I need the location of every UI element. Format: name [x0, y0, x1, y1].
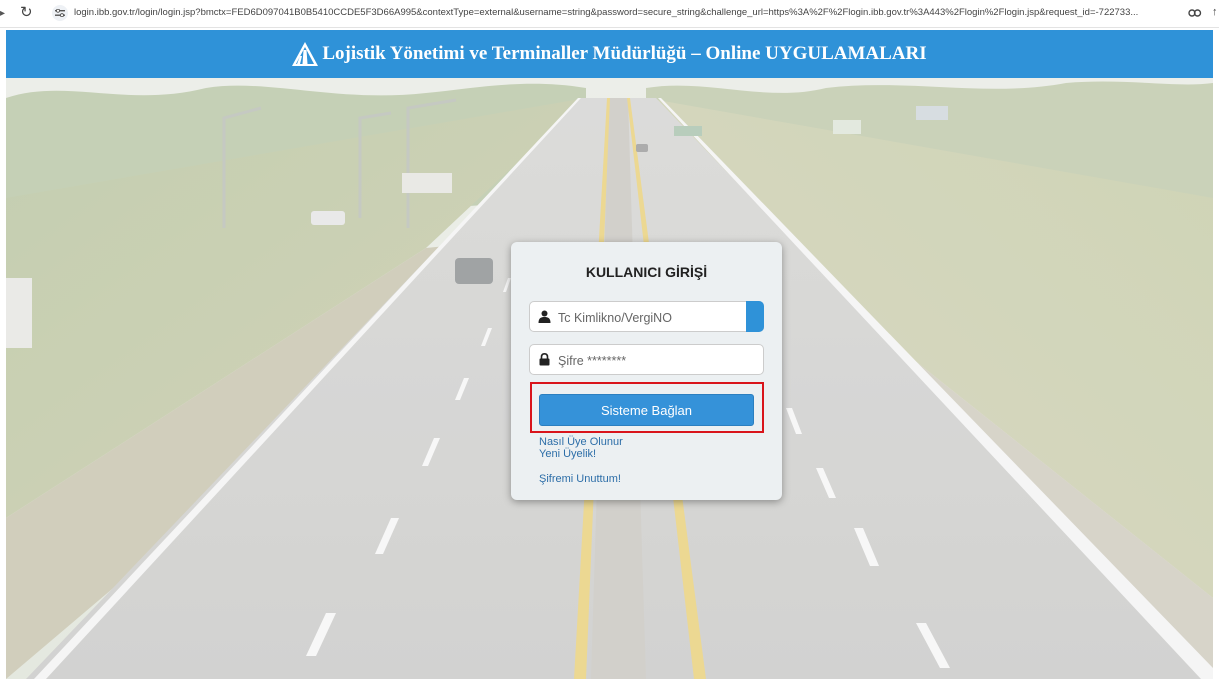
lock-icon: [539, 353, 550, 366]
key-icon[interactable]: [1188, 7, 1202, 19]
reload-icon[interactable]: ↻: [20, 5, 36, 21]
forgot-password-link[interactable]: Şifremi Unuttum!: [539, 473, 623, 486]
connect-button[interactable]: Sisteme Bağlan: [539, 394, 754, 426]
login-card: KULLANICI GİRİŞİ Sisteme Bağlan Nasıl Üy…: [511, 242, 782, 500]
url-text[interactable]: login.ibb.gov.tr/login/login.jsp?bmctx=F…: [74, 6, 1182, 20]
more-icon[interactable]: ↑: [1212, 6, 1218, 18]
password-input[interactable]: [556, 350, 750, 372]
username-field-addon: [746, 301, 764, 332]
new-member-link[interactable]: Yeni Üyelik!: [539, 448, 623, 461]
password-field[interactable]: [529, 344, 764, 375]
username-input[interactable]: [556, 307, 750, 329]
page-title: Lojistik Yönetimi ve Terminaller Müdürlü…: [322, 43, 927, 64]
browser-address-bar: ▸ ↻ login.ibb.gov.tr/login/login.jsp?bmc…: [0, 0, 1219, 28]
login-links: Nasıl Üye Olunur Yeni Üyelik! Şifremi Un…: [539, 436, 623, 486]
username-field[interactable]: [529, 301, 764, 332]
user-icon: [538, 310, 551, 323]
app-header: Lojistik Yönetimi ve Terminaller Müdürlü…: [6, 30, 1213, 78]
login-title: KULLANICI GİRİŞİ: [585, 264, 708, 280]
how-to-register-link[interactable]: Nasıl Üye Olunur: [539, 436, 623, 449]
site-info-icon[interactable]: [52, 5, 68, 21]
road-logo-icon: [292, 42, 319, 66]
back-arrow-icon[interactable]: ▸: [0, 8, 6, 20]
